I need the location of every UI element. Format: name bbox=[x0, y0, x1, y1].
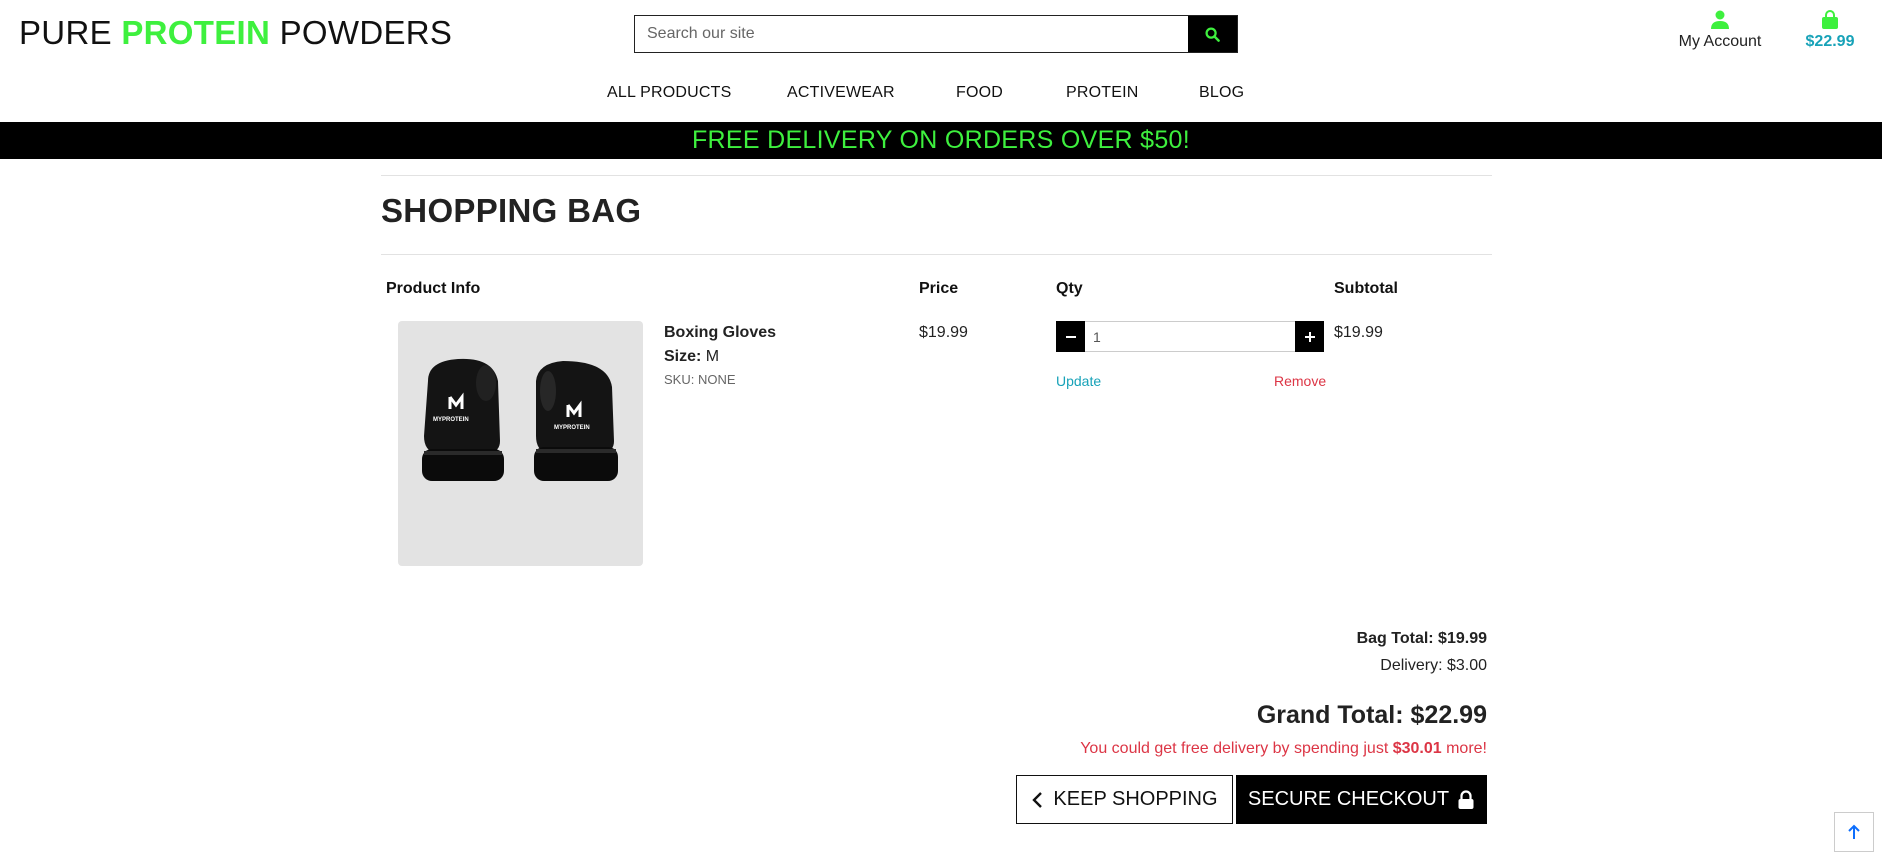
product-sku: SKU: NONE bbox=[664, 372, 736, 387]
delivery-banner: FREE DELIVERY ON ORDERS OVER $50! bbox=[0, 122, 1882, 159]
nav-protein[interactable]: PROTEIN bbox=[1066, 84, 1139, 102]
lock-icon bbox=[1458, 789, 1474, 809]
delivery-cost: Delivery: $3.00 bbox=[1380, 657, 1487, 674]
increment-button[interactable] bbox=[1295, 321, 1324, 352]
quantity-stepper bbox=[1056, 321, 1324, 352]
header-qty: Qty bbox=[1056, 280, 1083, 297]
product-size: Size: M bbox=[664, 348, 719, 366]
chevron-left-icon bbox=[1032, 791, 1043, 808]
product-brand-right: MYPROTEIN bbox=[554, 425, 590, 431]
update-link[interactable]: Update bbox=[1056, 373, 1101, 389]
my-account-link[interactable]: My Account bbox=[1670, 10, 1770, 51]
nav-blog[interactable]: BLOG bbox=[1199, 84, 1244, 102]
site-logo[interactable]: PURE PROTEIN POWDERS bbox=[19, 14, 452, 52]
minus-icon bbox=[1065, 335, 1076, 338]
free-delivery-suffix: more! bbox=[1441, 740, 1487, 757]
delivery-banner-text: FREE DELIVERY ON ORDERS OVER $50! bbox=[691, 126, 1191, 154]
keep-shopping-button[interactable]: KEEP SHOPPING bbox=[1016, 775, 1233, 824]
page-title: SHOPPING BAG bbox=[381, 192, 642, 229]
free-delivery-prefix: You could get free delivery by spending … bbox=[1080, 740, 1393, 757]
remove-link[interactable]: Remove bbox=[1274, 373, 1326, 389]
product-price: $19.99 bbox=[919, 324, 968, 341]
divider-top bbox=[381, 175, 1492, 176]
plus-icon bbox=[1304, 331, 1315, 342]
header-product-info: Product Info bbox=[386, 280, 481, 297]
grand-total: Grand Total: $22.99 bbox=[1256, 701, 1487, 729]
main-nav: ALL PRODUCTS ACTIVEWEAR FOOD PROTEIN BLO… bbox=[0, 84, 1882, 106]
logo-text-pure: PURE bbox=[19, 14, 122, 51]
free-delivery-message: You could get free delivery by spending … bbox=[1080, 740, 1487, 758]
quantity-input[interactable] bbox=[1085, 321, 1295, 352]
logo-text-powders: POWDERS bbox=[270, 14, 453, 51]
divider-title bbox=[381, 254, 1492, 255]
product-size-value: M bbox=[705, 348, 720, 365]
search-button[interactable] bbox=[1188, 16, 1237, 52]
secure-checkout-button[interactable]: SECURE CHECKOUT bbox=[1236, 775, 1487, 824]
search-bar bbox=[634, 15, 1238, 53]
product-brand-left: MYPROTEIN bbox=[433, 417, 469, 423]
product-image: MYPROTEIN MYPROTEIN bbox=[398, 321, 643, 566]
product-subtotal: $19.99 bbox=[1334, 324, 1383, 341]
logo-text-protein: PROTEIN bbox=[121, 14, 271, 51]
left-glove: MYPROTEIN bbox=[422, 358, 504, 481]
free-delivery-amount: $30.01 bbox=[1392, 740, 1442, 757]
cart-total: $22.99 bbox=[1805, 33, 1855, 50]
search-icon bbox=[1205, 26, 1220, 42]
product-name: Boxing Gloves bbox=[664, 324, 777, 341]
keep-shopping-label: KEEP SHOPPING bbox=[1053, 788, 1218, 810]
back-to-top-button[interactable] bbox=[1834, 812, 1874, 852]
nav-activewear[interactable]: ACTIVEWEAR bbox=[787, 84, 895, 102]
header-subtotal: Subtotal bbox=[1334, 280, 1398, 297]
product-size-label: Size: bbox=[664, 348, 702, 365]
nav-food[interactable]: FOOD bbox=[956, 84, 1003, 102]
search-input[interactable] bbox=[635, 16, 1188, 52]
user-icon bbox=[1711, 10, 1729, 29]
secure-checkout-label: SECURE CHECKOUT bbox=[1247, 788, 1450, 810]
header-price: Price bbox=[919, 280, 959, 297]
bag-total: Bag Total: $19.99 bbox=[1356, 630, 1487, 647]
my-account-label: My Account bbox=[1678, 33, 1762, 50]
right-glove: MYPROTEIN bbox=[534, 361, 618, 481]
shopping-bag-icon bbox=[1822, 10, 1838, 29]
arrow-up-icon bbox=[1848, 824, 1860, 839]
cart-link[interactable]: $22.99 bbox=[1800, 10, 1860, 51]
nav-all-products[interactable]: ALL PRODUCTS bbox=[607, 84, 732, 102]
decrement-button[interactable] bbox=[1056, 321, 1085, 352]
